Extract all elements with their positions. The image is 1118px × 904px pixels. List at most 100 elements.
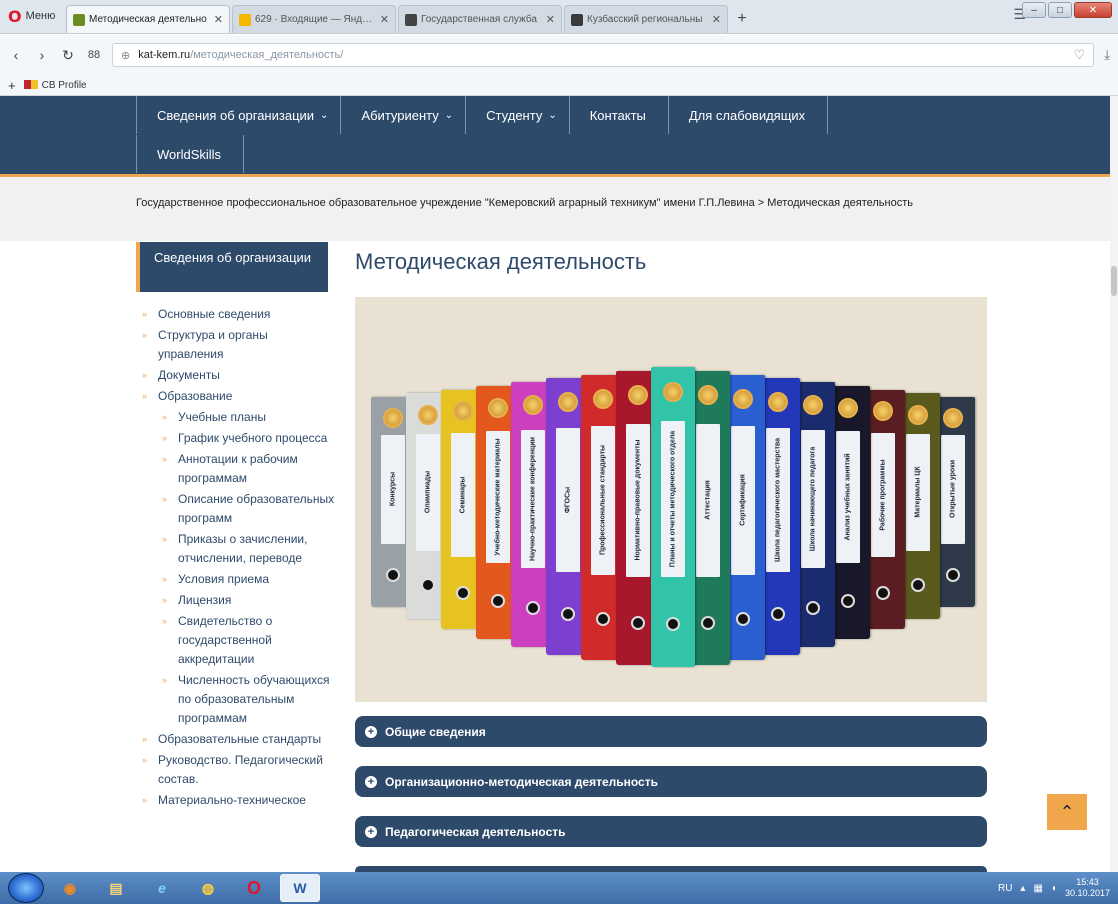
scrollbar-thumb[interactable]	[1111, 266, 1117, 296]
url-domain: kat-kem.ru	[138, 49, 191, 61]
nav-item[interactable]: WorldSkills	[136, 135, 245, 173]
nav-item[interactable]: Сведения об организации ⌄	[136, 96, 342, 134]
sidebar-item[interactable]: » Руководство. Педагогический состав.	[136, 751, 336, 789]
site-navigation: Сведения об организации ⌄ Абитуриенту ⌄ Студ…	[0, 96, 1118, 174]
nav-item[interactable]: Контакты	[570, 96, 669, 134]
ring-hole	[736, 612, 750, 627]
browser-tab[interactable]: Методическая деятельно ✕	[66, 5, 230, 33]
breadcrumb[interactable]: Государственное профессиональное образов…	[136, 194, 956, 212]
chevron-down-icon: ⌄	[548, 109, 557, 121]
sidebar-item[interactable]: » График учебного процесса	[136, 429, 336, 448]
network-icon[interactable]: ▦	[1033, 883, 1042, 894]
double-chevron-icon: »	[162, 574, 168, 584]
sidebar-item[interactable]: » Условия приема	[136, 570, 336, 589]
double-chevron-icon: »	[142, 734, 148, 744]
browser-tab[interactable]: 629 · Входящие — Яндекс ✕	[232, 5, 396, 33]
scroll-to-top-button[interactable]: ⌃	[1047, 794, 1087, 830]
browser-tab[interactable]: Кузбасский региональны ✕	[564, 5, 728, 33]
minimize-icon[interactable]: –	[1022, 2, 1046, 18]
volume-icon[interactable]: ◖	[1051, 883, 1057, 894]
browser-tabbar: O Меню Методическая деятельно ✕ 629 · Вход…	[0, 0, 1118, 34]
sidebar-item[interactable]: » Численность обучающихся по образователь…	[136, 671, 336, 728]
tab-close-icon[interactable]: ✕	[546, 13, 555, 26]
binder-label: Конкурсы	[389, 472, 397, 507]
new-tab-button[interactable]: +	[730, 5, 754, 33]
back-icon[interactable]: ‹	[8, 47, 24, 63]
binder-label: Планы и отчеты методического отдела	[669, 430, 677, 568]
ring-hole	[631, 615, 645, 630]
sidebar-item-label: Материально-техническое	[158, 793, 306, 807]
start-button[interactable]	[8, 873, 44, 903]
address-input[interactable]: ⊕ kat-kem.ru/методическая_деятельность/ …	[112, 43, 1095, 67]
clock-date: 30.10.2017	[1064, 888, 1110, 898]
chrome-icon[interactable]: ◍	[188, 874, 228, 902]
media-player-icon[interactable]: ◉	[50, 874, 90, 902]
page-scrollbar[interactable]	[1110, 96, 1118, 876]
chevron-up-icon: ⌃	[1059, 801, 1075, 822]
binder-label: Олимпиады	[424, 471, 432, 514]
ring-hole	[806, 601, 820, 616]
emblem-icon	[383, 407, 403, 428]
nav-item[interactable]: Студенту ⌄	[466, 96, 570, 134]
main-menu: Сведения об организации ⌄ Абитуриенту ⌄ Студ…	[136, 96, 829, 134]
forward-icon[interactable]: ›	[34, 47, 50, 63]
bookmark-item[interactable]: CB Profile	[23, 80, 87, 91]
binder-label: Открытые уроки	[949, 460, 957, 519]
sidebar-item[interactable]: » Учебные планы	[136, 408, 336, 427]
opera-icon[interactable]: O	[234, 874, 274, 902]
tab-close-icon[interactable]: ✕	[214, 13, 223, 26]
ring-hole	[771, 607, 785, 622]
tray-arrow-icon[interactable]: ▴	[1020, 883, 1025, 894]
accordion-org-methodical[interactable]: + Организационно-методическая деятельнос…	[355, 766, 987, 797]
sidebar-item[interactable]: » Основные сведения	[136, 305, 336, 324]
clock[interactable]: 15:43 30.10.2017	[1065, 877, 1110, 899]
close-window-icon[interactable]: ✕	[1074, 2, 1112, 18]
sidebar-item-label: Приказы о зачислении, отчислении, перево…	[178, 532, 308, 565]
speed-dial-icon[interactable]: 88	[86, 49, 102, 61]
emblem-icon	[628, 385, 648, 406]
heart-bookmark-icon[interactable]: ♡	[1074, 47, 1086, 63]
secondary-menu: WorldSkills	[136, 135, 245, 173]
ring-hole	[946, 567, 960, 582]
tab-close-icon[interactable]: ✕	[380, 13, 389, 26]
binder-label: Школа начинающего педагога	[809, 446, 817, 551]
binder-label-card: Аттестация	[695, 423, 721, 577]
word-icon[interactable]: W	[280, 874, 320, 902]
maximize-icon[interactable]: □	[1048, 2, 1072, 18]
sidebar-item[interactable]: » Материально-техническое	[136, 791, 336, 810]
add-bookmark-icon[interactable]: +	[8, 78, 16, 93]
double-chevron-icon: »	[162, 616, 168, 626]
sidebar-item[interactable]: » Образовательные стандарты	[136, 730, 336, 749]
sidebar-item[interactable]: » Свидетельство о государственной аккреди…	[136, 612, 336, 669]
ring-hole	[841, 594, 855, 609]
accordion-general-info[interactable]: + Общие сведения	[355, 716, 987, 747]
sidebar-item[interactable]: » Образование	[136, 387, 336, 406]
windows-taskbar: ◉ ▤ e ◍ O W RU ▴ ▦ ◖ 15:43 30.10.2017	[0, 872, 1118, 904]
nav-item[interactable]: Абитуриенту ⌄	[341, 96, 467, 134]
binder-label-card: Научно-практические конференции	[520, 429, 546, 568]
sidebar-item-label: Описание образовательных программ	[178, 492, 335, 525]
sidebar-item[interactable]: » Документы	[136, 366, 336, 385]
binder-label: Семинары	[459, 476, 467, 514]
sidebar-item[interactable]: » Описание образовательных программ	[136, 490, 336, 528]
explorer-folder-icon[interactable]: ▤	[96, 874, 136, 902]
browser-tab[interactable]: Государственная служба ✕	[398, 5, 562, 33]
accordion-pedagogical[interactable]: + Педагогическая деятельность	[355, 816, 987, 847]
nav-item[interactable]: Для слабовидящих	[669, 96, 829, 134]
sidebar-item[interactable]: » Приказы о зачислении, отчислении, перев…	[136, 530, 336, 568]
binder-label-card: Нормативно-правовые документы	[625, 423, 651, 577]
sidebar-item-label: Условия приема	[178, 572, 270, 586]
browser-menu-button[interactable]: O Меню	[0, 0, 66, 33]
binder-label: Нормативно-правовые документы	[634, 439, 642, 561]
internet-explorer-icon[interactable]: e	[142, 874, 182, 902]
sidebar-item[interactable]: » Лицензия	[136, 591, 336, 610]
breadcrumb-area: Государственное профессиональное образов…	[0, 177, 1118, 241]
download-icon[interactable]: ⤓	[1104, 47, 1110, 63]
binder-label: Научно-практические конференции	[529, 436, 537, 561]
reload-icon[interactable]: ↻	[60, 47, 76, 64]
sidebar-item[interactable]: » Структура и органы управления	[136, 326, 336, 364]
sidebar-item[interactable]: » Аннотации к рабочим программам	[136, 450, 336, 488]
language-indicator[interactable]: RU	[998, 883, 1012, 894]
tab-favicon-icon	[571, 13, 583, 26]
tab-close-icon[interactable]: ✕	[712, 13, 721, 26]
